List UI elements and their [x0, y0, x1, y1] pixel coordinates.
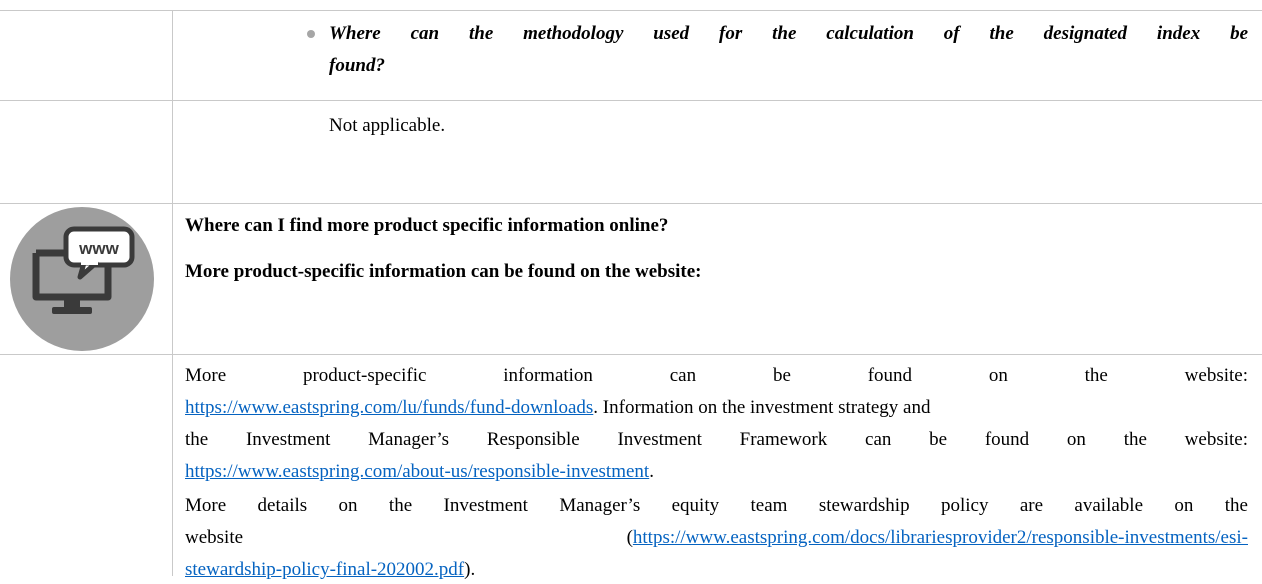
methodology-question-line2: found? [329, 55, 385, 76]
word: be [772, 365, 791, 386]
bullet-point [307, 30, 315, 38]
stewardship-policy-link-part1[interactable]: https://www.eastspring.com/docs/librarie… [633, 527, 1248, 548]
word: on [988, 365, 1008, 386]
online-info-heading: Where can I find more product specific i… [185, 215, 669, 236]
paragraph1-line1: More product-specific information can be… [185, 362, 1248, 390]
word: website: [1184, 365, 1248, 386]
word: the [1084, 365, 1108, 386]
left-column-divider [172, 10, 173, 576]
table-top-border [0, 10, 1262, 11]
paragraph1-line4: https://www.eastspring.com/about-us/resp… [185, 458, 1248, 486]
word: More [185, 365, 227, 386]
row-divider-2 [0, 203, 1262, 204]
www-monitor-icon: www [8, 205, 156, 353]
paragraph2-word-website: website [185, 527, 244, 548]
paragraph-stewardship: More details on the Investment Manager’s… [185, 492, 1248, 584]
row-divider-1 [0, 100, 1262, 101]
paragraph1-line2-text: . Information on the investment strategy… [593, 397, 931, 418]
word: product-specific [302, 365, 427, 386]
www-icon-label: www [78, 239, 119, 258]
word: found [867, 365, 913, 386]
online-info-subheading: More product-specific information can be… [185, 261, 702, 282]
methodology-question-line1: Where can the methodology used for the c… [329, 23, 1248, 44]
paragraph2-line2: website (https://www.eastspring.com/docs… [185, 524, 1248, 552]
paragraph1-line2: https://www.eastspring.com/lu/funds/fund… [185, 394, 1248, 422]
paragraph1-line3: the Investment Manager’s Responsible Inv… [185, 429, 1248, 450]
close-paren: ). [464, 559, 476, 580]
paragraph2-line3: stewardship-policy-final-202002.pdf). [185, 556, 1248, 584]
responsible-investment-link[interactable]: https://www.eastspring.com/about-us/resp… [185, 461, 649, 482]
paragraph2-link-wrap: (https://www.eastspring.com/docs/librari… [627, 524, 1248, 552]
methodology-answer: Not applicable. [329, 115, 446, 136]
fund-downloads-link[interactable]: https://www.eastspring.com/lu/funds/fund… [185, 397, 593, 418]
stewardship-policy-link-part2[interactable]: stewardship-policy-final-202002.pdf [185, 559, 464, 580]
paragraph1-tail: . [649, 461, 654, 482]
row-divider-3 [0, 354, 1262, 355]
methodology-question: Where can the methodology used for the c… [329, 20, 1248, 80]
word: can [669, 365, 697, 386]
paragraph2-line1: More details on the Investment Manager’s… [185, 495, 1248, 516]
paragraph-product-info: More product-specific information can be… [185, 362, 1248, 486]
word: information [503, 365, 593, 386]
